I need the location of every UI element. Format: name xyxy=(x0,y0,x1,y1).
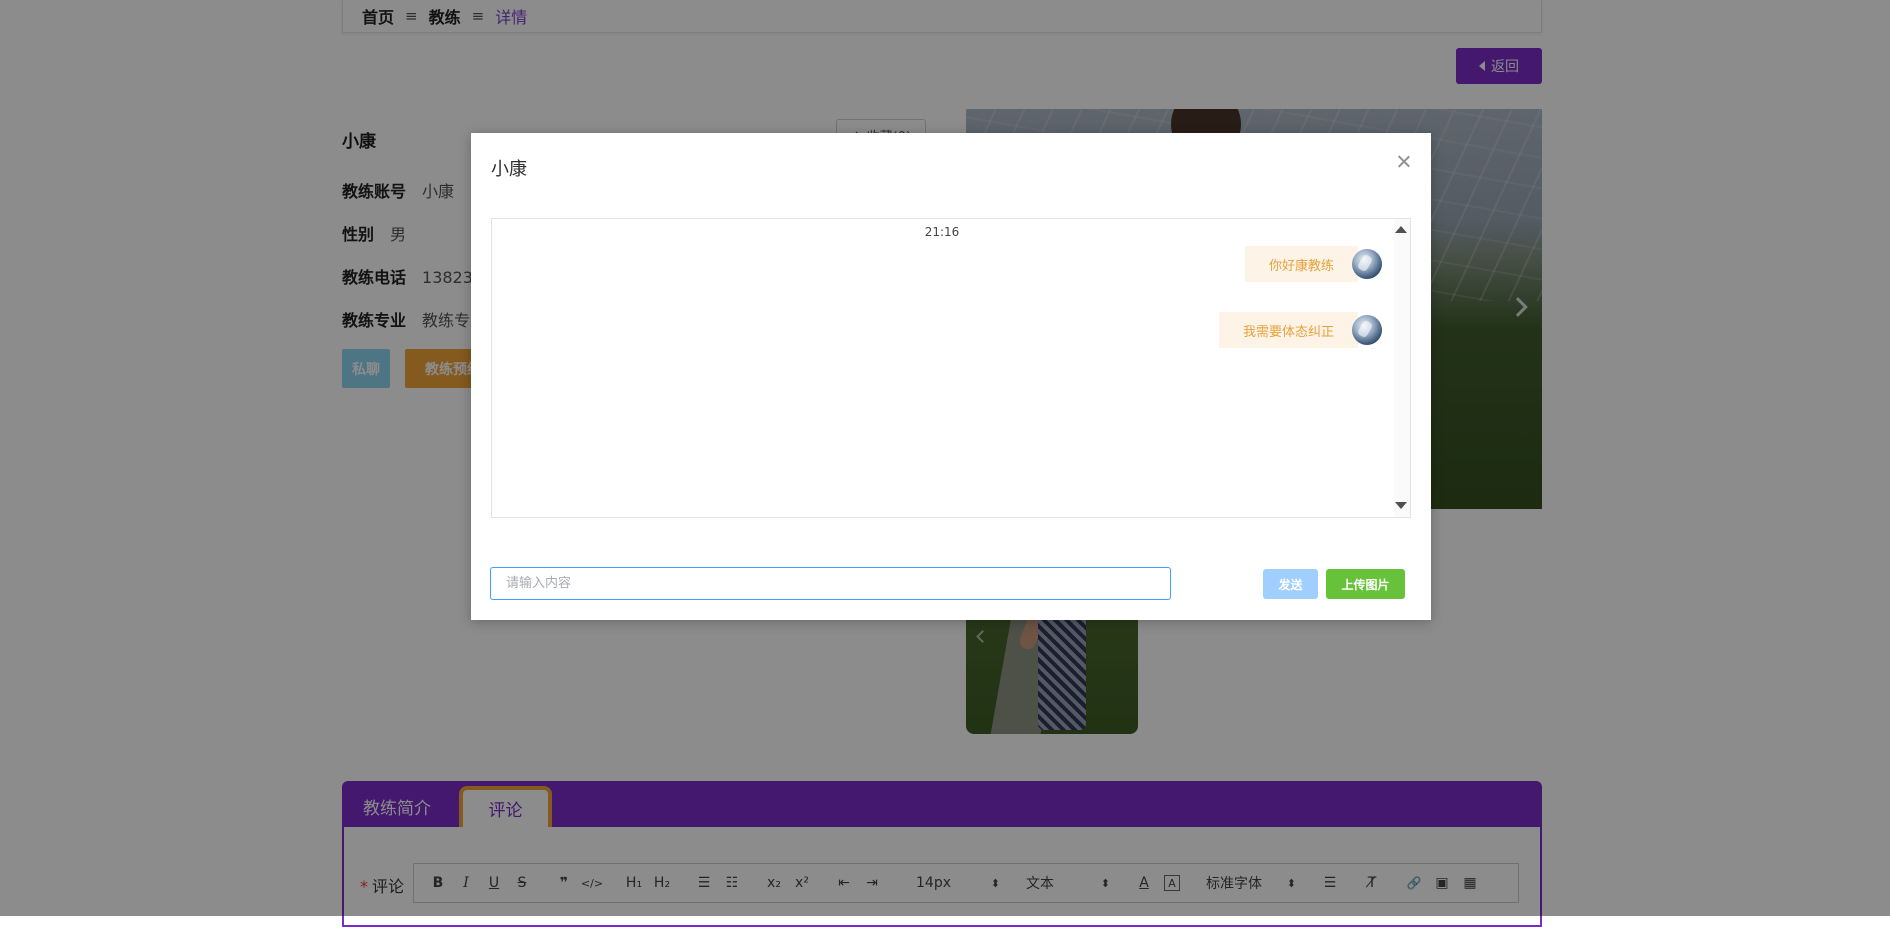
chat-dialog: 小康 21:16 你好康教练 我需要体态纠正 发送 上传图片 xyxy=(471,133,1431,620)
chat-scrollbar[interactable] xyxy=(1394,219,1410,517)
scroll-up-icon[interactable] xyxy=(1395,226,1407,233)
avatar xyxy=(1352,315,1382,345)
chat-message: 我需要体态纠正 xyxy=(1218,312,1358,348)
message-input[interactable] xyxy=(490,567,1171,600)
chat-history[interactable]: 21:16 你好康教练 我需要体态纠正 xyxy=(491,218,1411,518)
dialog-title: 小康 xyxy=(491,159,527,180)
avatar xyxy=(1352,249,1382,279)
scroll-down-icon[interactable] xyxy=(1395,502,1407,509)
chat-timestamp: 21:16 xyxy=(924,225,960,239)
chat-message: 你好康教练 xyxy=(1244,246,1358,282)
send-button[interactable]: 发送 xyxy=(1263,569,1318,599)
close-icon[interactable] xyxy=(1395,153,1413,171)
upload-image-button[interactable]: 上传图片 xyxy=(1326,569,1405,599)
